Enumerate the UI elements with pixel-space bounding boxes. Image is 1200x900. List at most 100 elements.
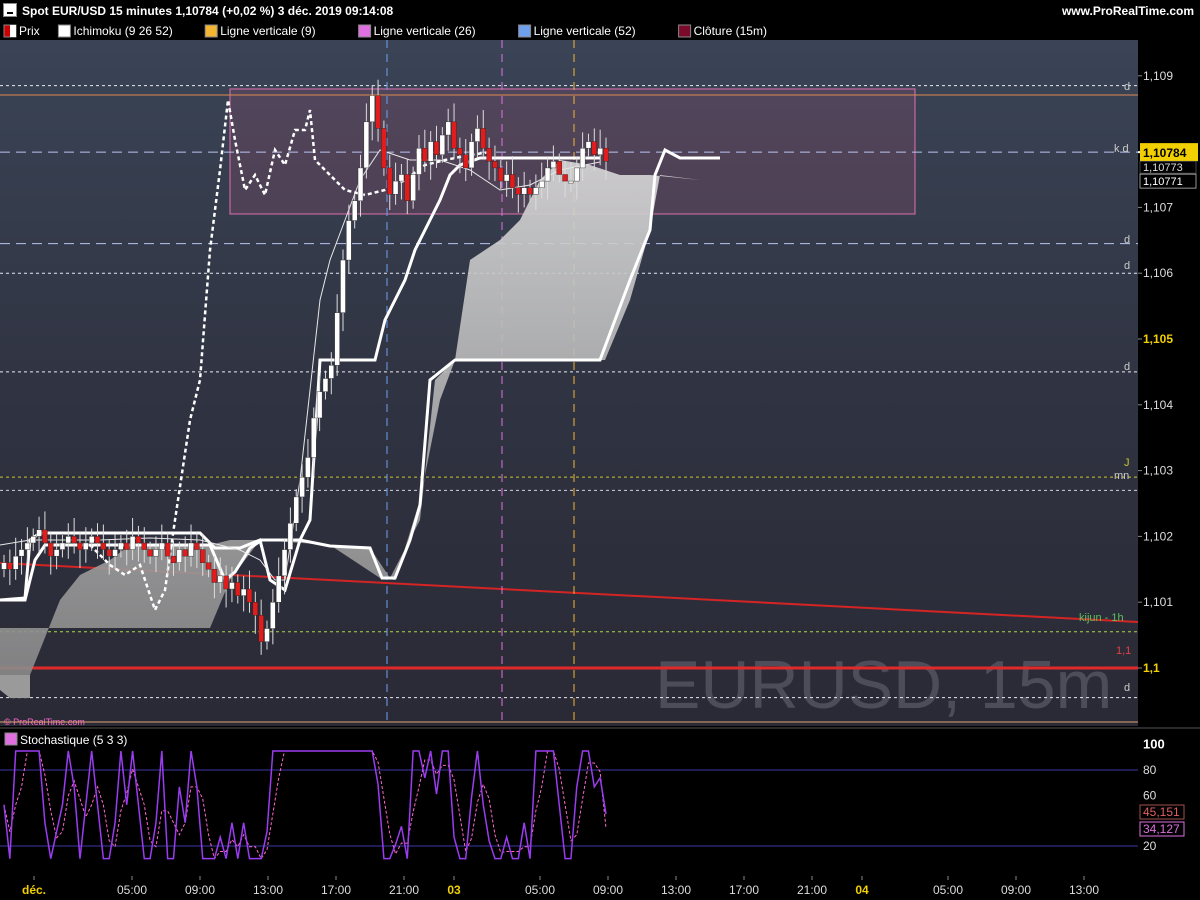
candle	[65, 536, 71, 544]
price-tick-label: 1,101	[1143, 595, 1173, 609]
legend-swatch	[518, 24, 532, 38]
candle	[7, 562, 13, 570]
candle	[36, 529, 42, 537]
candle	[591, 141, 598, 155]
current-price-value: 1,10784	[1143, 146, 1187, 160]
time-tick-label: 09:00	[593, 883, 623, 897]
candle	[375, 95, 381, 129]
candle	[112, 549, 118, 557]
candle	[270, 602, 276, 629]
candle	[24, 542, 31, 550]
candle	[556, 161, 562, 175]
candle	[597, 147, 603, 155]
candle	[568, 180, 574, 184]
chart-canvas[interactable]: Prix Ichimoku (9 26 52) Ligne verticale (9…	[0, 0, 1200, 900]
time-tick-label: 21:00	[797, 883, 827, 897]
candle	[275, 575, 282, 603]
candle	[351, 200, 358, 221]
candle	[53, 549, 60, 557]
price-tag-sub-1: 1,10773	[1143, 162, 1183, 174]
candle	[433, 141, 440, 155]
candle	[579, 147, 586, 169]
price-tick-label: 1,103	[1143, 464, 1173, 478]
label-red-11: 1,1	[1116, 645, 1131, 657]
candle	[211, 569, 218, 583]
legend-label: Ligne verticale (52)	[534, 24, 636, 38]
candle	[316, 391, 323, 419]
stoch-title: Stochastique (5 3 3)	[20, 733, 127, 747]
candle	[229, 582, 235, 590]
candle	[264, 628, 270, 642]
label-d-bottom: d	[1124, 682, 1130, 694]
candle	[188, 542, 194, 557]
candle	[486, 147, 492, 162]
candle	[141, 542, 147, 550]
time-tick-label: 17:00	[729, 883, 759, 897]
candle	[445, 121, 451, 136]
stoch-tick-label: 80	[1143, 763, 1157, 777]
candle	[328, 365, 335, 379]
candle	[48, 542, 54, 557]
candle	[299, 476, 305, 498]
candle	[305, 457, 311, 478]
legend-swatch	[358, 24, 372, 38]
time-tick-label: 03	[447, 883, 461, 897]
candle	[422, 147, 428, 162]
legend-label: Ichimoku (9 26 52)	[73, 24, 172, 38]
candle	[176, 549, 183, 563]
candle	[42, 529, 48, 544]
candle	[147, 549, 153, 557]
label-d-top: d	[1124, 81, 1130, 93]
candle	[59, 542, 66, 550]
candle	[106, 549, 112, 557]
legend-label: Prix	[19, 24, 40, 38]
candle	[1, 562, 7, 570]
candle	[515, 187, 522, 195]
candle	[363, 121, 370, 169]
candle	[223, 575, 229, 590]
time-tick-label: 13:00	[253, 883, 283, 897]
candle	[129, 536, 136, 550]
label-d-1045: d	[1124, 361, 1130, 373]
candle	[562, 174, 568, 182]
candle	[468, 141, 475, 169]
candle	[258, 615, 264, 642]
candle	[439, 134, 446, 155]
time-tick-label: 09:00	[1001, 883, 1031, 897]
candle	[346, 220, 352, 261]
candle	[159, 542, 165, 550]
candle	[527, 187, 533, 195]
candle	[194, 542, 200, 550]
legend-swatch-half	[10, 25, 16, 37]
candle	[83, 542, 89, 550]
stoch-tick-label: 60	[1143, 788, 1157, 802]
candle	[521, 187, 527, 195]
candle	[252, 602, 259, 616]
candle	[480, 128, 486, 149]
label-mn: mn	[1114, 470, 1129, 482]
candle	[240, 588, 247, 596]
candle	[457, 147, 463, 155]
candle	[124, 542, 130, 550]
candle	[182, 549, 188, 557]
candle	[509, 174, 516, 188]
time-tick-label: 09:00	[185, 883, 215, 897]
candle	[12, 555, 19, 570]
candle	[585, 141, 592, 149]
price-tick-label: 1,107	[1143, 200, 1173, 214]
time-tick-label: déc.	[22, 883, 46, 897]
candle	[311, 417, 317, 458]
price-tick-label: 1,106	[1143, 266, 1173, 280]
stoch-tick-label: 20	[1143, 839, 1157, 853]
candle	[550, 161, 557, 169]
candle	[474, 128, 481, 142]
price-tag-sub-2: 1,10771	[1143, 176, 1183, 188]
chart-window: Spot EUR/USD 15 minutes 1,10784 (+0,02 %…	[0, 0, 1200, 900]
candle	[574, 167, 580, 182]
label-j: J	[1124, 457, 1130, 469]
candle	[463, 154, 469, 169]
candle	[100, 542, 107, 550]
candle	[322, 378, 329, 392]
candle	[246, 588, 253, 603]
candle	[503, 174, 510, 182]
